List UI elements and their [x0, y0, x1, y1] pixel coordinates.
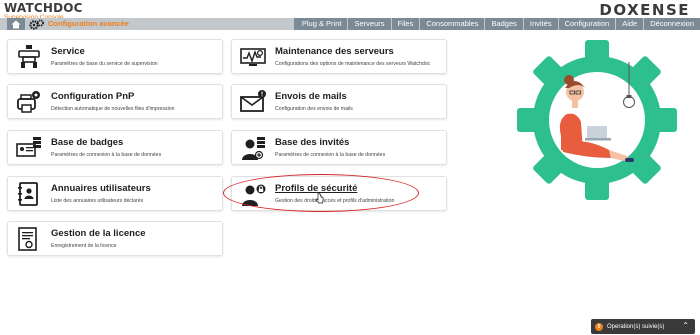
card-configuration-pnp[interactable]: Configuration PnP Détection automatique …	[7, 84, 223, 119]
card-subtitle: Détection automatique de nouvelles files…	[51, 106, 175, 112]
card-title: Service	[51, 46, 85, 57]
nav-link-files[interactable]: Files	[390, 18, 420, 30]
navigation-bar: Configuration avancée Plug & Print Serve…	[0, 18, 700, 30]
card-subtitle: Paramètres de base du service de supervi…	[51, 61, 158, 67]
card-subtitle: Enregistrement de la licence	[51, 243, 117, 249]
operations-toast[interactable]: 0 Operation(s) suivie(s) ⌃	[591, 319, 695, 334]
badge-database-icon	[16, 137, 41, 157]
address-book-icon	[18, 182, 38, 206]
card-title: Gestion de la licence	[51, 228, 146, 239]
settings-button[interactable]	[28, 18, 46, 30]
card-annuaires-utilisateurs[interactable]: Annuaires utilisateurs Liste des annuair…	[7, 176, 223, 211]
nav-link-badges[interactable]: Badges	[484, 18, 522, 30]
company-logo: DOXENSE	[599, 1, 690, 19]
operations-label: Operation(s) suivie(s)	[607, 323, 665, 330]
license-certificate-icon	[18, 227, 37, 251]
nav-links: Plug & Print Serveurs Files Consommables…	[293, 18, 700, 30]
card-title: Maintenance des serveurs	[275, 46, 394, 57]
card-gestion-licence[interactable]: Gestion de la licence Enregistrement de …	[7, 221, 223, 256]
card-title: Annuaires utilisateurs	[51, 183, 151, 194]
nav-link-aide[interactable]: Aide	[615, 18, 643, 30]
nav-link-configuration[interactable]: Configuration	[557, 18, 616, 30]
guest-database-icon	[242, 137, 265, 160]
card-title: Base des invités	[275, 137, 350, 148]
card-title: Base de badges	[51, 137, 124, 148]
gears-icon	[29, 19, 44, 30]
card-base-badges[interactable]: Base de badges Paramètres de connexion à…	[7, 130, 223, 165]
printer-gear-icon	[17, 91, 40, 113]
card-base-invites[interactable]: Base des invités Paramètres de connexion…	[231, 130, 447, 165]
card-title: Envois de mails	[275, 91, 347, 102]
nav-link-plug-print[interactable]: Plug & Print	[294, 18, 348, 30]
card-subtitle: Configurations des options de maintenanc…	[275, 61, 431, 67]
card-subtitle: Paramètres de connexion à la base de don…	[275, 152, 386, 158]
chevron-up-icon[interactable]: ⌃	[682, 321, 689, 330]
card-subtitle: Liste des annuaires utilisateurs déclaré…	[51, 198, 144, 204]
mouse-cursor-icon	[315, 192, 324, 204]
nav-link-deconnexion[interactable]: Déconnexion	[643, 18, 700, 30]
active-section-label: Configuration avancée	[48, 19, 129, 28]
nav-link-invites[interactable]: Invités	[522, 18, 558, 30]
card-subtitle: Configuration des envois de mails	[275, 106, 353, 112]
service-icon	[18, 45, 40, 68]
operations-count-badge: 0	[595, 322, 603, 331]
gear-illustration	[517, 40, 677, 200]
mail-notification-icon	[240, 90, 266, 112]
server-monitor-icon	[240, 48, 266, 66]
nav-link-serveurs[interactable]: Serveurs	[347, 18, 390, 30]
card-envois-mails[interactable]: Envois de mails Configuration des envois…	[231, 84, 447, 119]
nav-link-consommables[interactable]: Consommables	[419, 18, 484, 30]
card-title: Configuration PnP	[51, 91, 135, 102]
home-icon	[11, 20, 21, 28]
home-button[interactable]	[7, 18, 25, 30]
card-subtitle: Paramètres de connexion à la base de don…	[51, 152, 162, 158]
brand-name: WATCHDOC	[4, 1, 83, 15]
card-service[interactable]: Service Paramètres de base du service de…	[7, 39, 223, 74]
card-maintenance[interactable]: Maintenance des serveurs Configurations …	[231, 39, 447, 74]
